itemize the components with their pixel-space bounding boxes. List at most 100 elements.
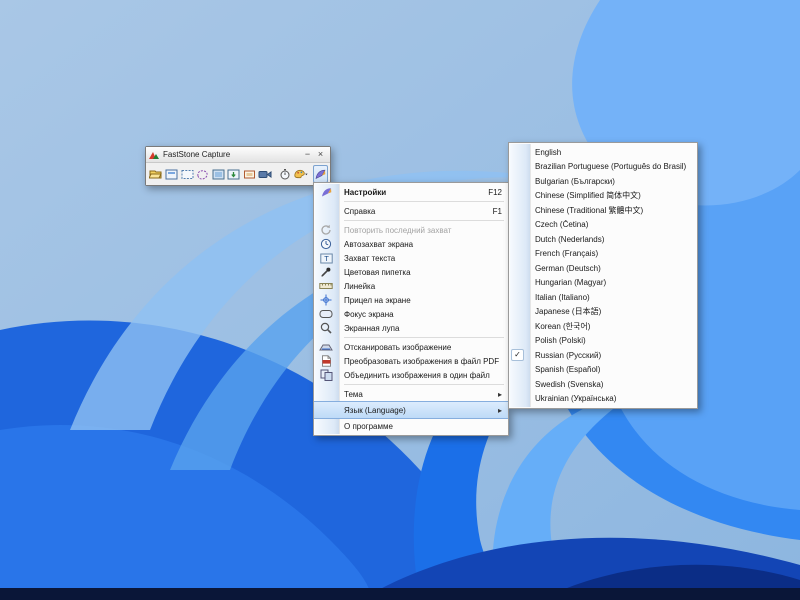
language-item-spanish[interactable]: Spanish (Español) xyxy=(509,363,697,378)
focus-rect-icon xyxy=(319,307,333,321)
menu-item-screen-crosshair[interactable]: Прицел на экране xyxy=(314,293,508,307)
menu-item-label: Объединить изображения в один файл xyxy=(344,370,490,380)
language-item-french[interactable]: French (Français) xyxy=(509,247,697,262)
menu-item-label: Прицел на экране xyxy=(344,295,411,305)
draw-settings-button[interactable] xyxy=(293,165,309,183)
menu-item-label: Справка xyxy=(344,206,376,216)
menu-item-help[interactable]: Справка F1 xyxy=(314,204,508,218)
menu-item-ruler[interactable]: Линейка xyxy=(314,279,508,293)
menu-item-auto-capture[interactable]: Автозахват экрана xyxy=(314,237,508,251)
draw-settings-icon xyxy=(293,169,308,179)
capture-window-button[interactable] xyxy=(164,165,180,183)
magnifier-icon xyxy=(319,321,333,335)
capture-freehand-button[interactable] xyxy=(195,165,211,183)
language-item-brazilian-portuguese[interactable]: Brazilian Portuguese (Português do Brasi… xyxy=(509,160,697,175)
language-label: Chinese (Traditional 繁體中文) xyxy=(535,205,644,215)
capture-freehand-icon xyxy=(197,169,208,180)
language-item-chinese-traditional[interactable]: Chinese (Traditional 繁體中文) xyxy=(509,203,697,218)
capture-fullscreen-icon xyxy=(212,169,225,179)
menu-item-about[interactable]: О программе xyxy=(314,419,508,433)
app-menu-popup: Настройки F12 Справка F1 Повторить после… xyxy=(313,182,509,436)
menu-item-label: Повторить последний захват xyxy=(344,225,452,235)
language-item-chinese-simplified[interactable]: Chinese (Simplified 简体中文) xyxy=(509,189,697,204)
titlebar[interactable]: FastStone Capture − × xyxy=(146,147,330,163)
menu-item-label: Преобразовать изображения в файл PDF xyxy=(344,356,500,366)
scanner-icon xyxy=(319,340,333,354)
submenu-arrow-icon xyxy=(494,390,502,399)
language-item-dutch[interactable]: Dutch (Nederlands) xyxy=(509,232,697,247)
crosshair-icon xyxy=(319,293,333,307)
open-file-icon xyxy=(149,170,162,179)
desktop[interactable]: FastStone Capture − × Настройки F12 Спра… xyxy=(0,0,800,600)
language-label: Chinese (Simplified 简体中文) xyxy=(535,191,641,201)
language-submenu-popup: English Brazilian Portuguese (Português … xyxy=(508,142,698,409)
language-item-hungarian[interactable]: Hungarian (Magyar) xyxy=(509,276,697,291)
language-item-swedish[interactable]: Swedish (Svenska) xyxy=(509,377,697,392)
app-menu-button[interactable] xyxy=(312,165,328,183)
menu-item-repeat-last-capture[interactable]: Повторить последний захват xyxy=(314,223,508,237)
capture-rectangle-button[interactable] xyxy=(180,165,196,183)
language-label: Czech (Četina) xyxy=(535,220,589,230)
menu-item-screen-magnifier[interactable]: Экранная лупа xyxy=(314,321,508,335)
menu-item-label: Линейка xyxy=(344,281,376,291)
language-label: Spanish (Español) xyxy=(535,365,601,375)
language-item-bulgarian[interactable]: Bulgarian (Български) xyxy=(509,174,697,189)
menu-item-scan-image[interactable]: Отсканировать изображение xyxy=(314,340,508,354)
language-label: German (Deutsch) xyxy=(535,263,601,273)
menu-item-label: Автозахват экрана xyxy=(344,239,414,249)
menu-item-label: О программе xyxy=(344,421,393,431)
language-label: Japanese (日本語) xyxy=(535,307,602,317)
language-item-polish[interactable]: Polish (Polski) xyxy=(509,334,697,349)
faststone-wing-icon xyxy=(319,185,333,199)
capture-scrolling-button[interactable] xyxy=(226,165,242,183)
menu-item-convert-pdf[interactable]: Преобразовать изображения в файл PDF xyxy=(314,354,508,368)
menu-item-capture-text[interactable]: T Захват текста xyxy=(314,251,508,265)
language-item-czech[interactable]: Czech (Četina) xyxy=(509,218,697,233)
app-menu-icon xyxy=(315,169,326,180)
menu-item-label: Экранная лупа xyxy=(344,323,400,333)
capture-rectangle-icon xyxy=(181,169,194,179)
menu-item-label: Фокус экрана xyxy=(344,309,394,319)
language-label: French (Français) xyxy=(535,249,599,259)
menu-item-language[interactable]: Язык (Language) xyxy=(314,401,508,419)
menu-item-label: Тема xyxy=(344,389,363,399)
menu-item-color-picker[interactable]: Цветовая пипетка xyxy=(314,265,508,279)
menu-item-join-images[interactable]: Объединить изображения в один файл xyxy=(314,368,508,382)
svg-text:T: T xyxy=(324,254,329,263)
menu-item-hotkey: F12 xyxy=(488,187,502,197)
screen-recorder-button[interactable] xyxy=(257,165,273,183)
eyedropper-icon xyxy=(319,265,333,279)
language-item-japanese[interactable]: Japanese (日本語) xyxy=(509,305,697,320)
pdf-icon xyxy=(319,354,333,368)
menu-item-settings[interactable]: Настройки F12 xyxy=(314,185,508,199)
close-button[interactable]: × xyxy=(314,149,327,160)
menu-item-hotkey: F1 xyxy=(492,206,502,216)
capture-fixed-region-icon xyxy=(243,170,255,178)
language-label: Hungarian (Magyar) xyxy=(535,278,607,288)
language-item-korean[interactable]: Korean (한국어) xyxy=(509,319,697,334)
checkmark-icon xyxy=(511,349,524,362)
language-item-italian[interactable]: Italian (Italiano) xyxy=(509,290,697,305)
language-label: Italian (Italiano) xyxy=(535,292,590,302)
menu-item-label: Язык (Language) xyxy=(344,405,406,415)
menu-item-screen-focus[interactable]: Фокус экрана xyxy=(314,307,508,321)
capture-fixed-region-button[interactable] xyxy=(242,165,258,183)
language-label: English xyxy=(535,147,562,157)
language-item-russian[interactable]: Russian (Русский) xyxy=(509,348,697,363)
open-file-button[interactable] xyxy=(148,165,164,183)
menu-item-theme[interactable]: Тема xyxy=(314,387,508,401)
capture-window-icon xyxy=(165,169,178,179)
window-title: FastStone Capture xyxy=(163,150,231,159)
menu-item-label: Цветовая пипетка xyxy=(344,267,411,277)
language-item-german[interactable]: German (Deutsch) xyxy=(509,261,697,276)
minimize-button[interactable]: − xyxy=(301,149,314,160)
clock-icon xyxy=(319,237,333,251)
capture-fullscreen-button[interactable] xyxy=(211,165,227,183)
language-label: Brazilian Portuguese (Português do Brasi… xyxy=(535,162,687,172)
language-item-ukrainian[interactable]: Ukrainian (Українська) xyxy=(509,392,697,407)
faststone-capture-window: FastStone Capture − × xyxy=(145,146,331,186)
delay-timer-button[interactable] xyxy=(277,165,293,183)
language-item-english[interactable]: English xyxy=(509,145,697,160)
screen-recorder-icon xyxy=(258,170,272,178)
ruler-icon xyxy=(319,279,333,293)
